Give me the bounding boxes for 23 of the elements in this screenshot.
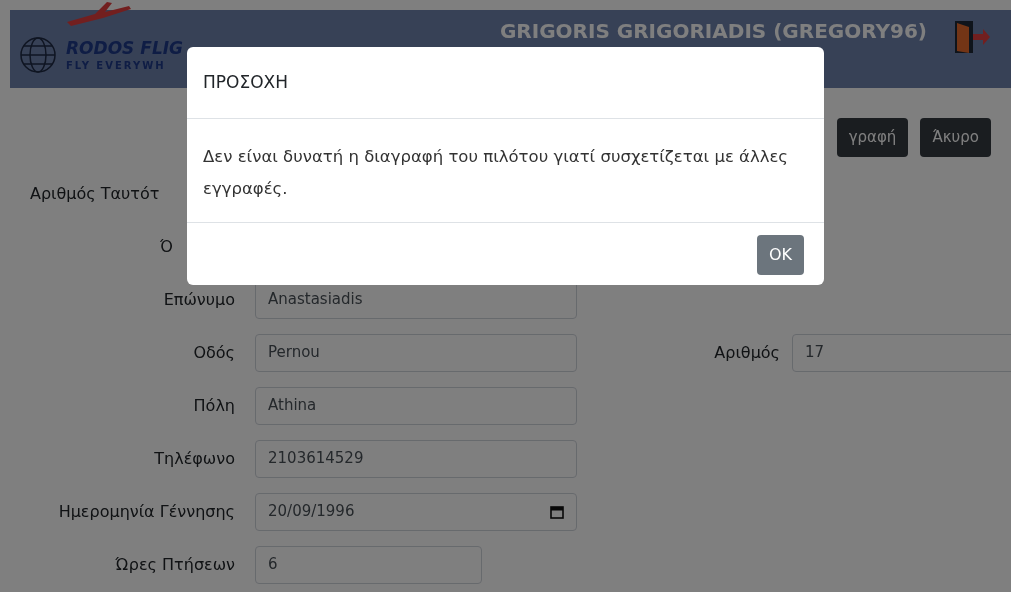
field-label: Πόλη <box>192 394 235 417</box>
calendar-icon[interactable] <box>550 504 564 519</box>
field-label: Ό <box>159 235 174 258</box>
field-label: Ώρες Πτήσεων <box>114 553 235 576</box>
dialog-message: Δεν είναι δυνατή η διαγραφή του πιλότου γιατί συσχετίζεται με άλλες εγγραφές. <box>203 146 790 200</box>
airplane-icon <box>65 0 133 26</box>
input-field[interactable]: Pernou <box>255 333 577 372</box>
date-field[interactable]: 20/09/1996 <box>255 492 577 531</box>
field-label: Αριθμός <box>714 341 780 364</box>
input-field[interactable]: 17 <box>792 333 1011 372</box>
dialog-title: ΠΡΟΣΟΧΗ <box>203 70 288 94</box>
globe-icon <box>18 35 58 75</box>
input-field[interactable]: 6 <box>255 545 482 584</box>
user-name: GRIGORIS GRIGORIADIS (GREGORY96) <box>499 18 927 45</box>
ok-button[interactable]: OK <box>756 235 804 275</box>
field-label: Οδός <box>192 341 235 364</box>
field-label: Ημερομηνία Γέννησης <box>57 500 235 523</box>
input-field[interactable]: Athina <box>255 386 577 425</box>
field-label: Τηλέφωνο <box>153 447 235 470</box>
action-button[interactable]: γραφή <box>836 118 909 157</box>
cancel-button[interactable]: Άκυρο <box>920 118 991 157</box>
input-field[interactable]: 2103614529 <box>255 439 577 478</box>
field-label: Επώνυμο <box>162 288 235 311</box>
